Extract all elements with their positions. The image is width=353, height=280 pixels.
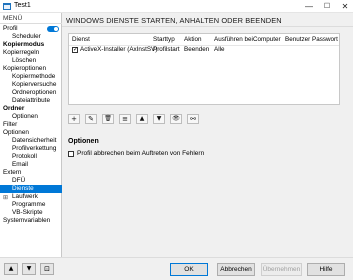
sidebar-item-systemvariablen[interactable]: Systemvariablen — [0, 217, 62, 225]
sidebar-item-label: DFÜ — [12, 177, 26, 184]
sidebar-item-email[interactable]: Email — [0, 161, 62, 169]
abort-on-error-label[interactable]: Profil abbrechen beim Auftreten von Fehl… — [77, 150, 204, 157]
sidebar-item-profilverkettung[interactable]: Profilverkettung — [0, 145, 62, 153]
sidebar-item-programme[interactable]: Programme — [0, 201, 62, 209]
column-header-benutzer[interactable]: Benutzer — [285, 36, 310, 43]
sidebar-item-kopieroptionen[interactable]: Kopieroptionen — [0, 65, 62, 73]
help-button[interactable]: Hilfe — [307, 263, 345, 276]
ok-button[interactable]: OK — [170, 263, 208, 276]
page-title: WINDOWS DIENSTE STARTEN, ANHALTEN ODER B… — [66, 16, 282, 25]
sidebar-item-profil[interactable]: Profil — [0, 25, 62, 33]
column-header-aktion[interactable]: Aktion — [184, 36, 202, 43]
sidebar-item-label: Profilverkettung — [12, 145, 57, 152]
window-title: Test1 — [14, 2, 31, 9]
sidebar-item-label: Kopieroptionen — [3, 65, 46, 72]
delete-button[interactable]: 🗑 — [102, 114, 114, 124]
sidebar-item-label: Kopierregeln — [3, 49, 40, 56]
column-header-starttyp[interactable]: Starttyp — [153, 36, 175, 43]
maximize-button[interactable]: ☐ — [318, 0, 336, 13]
sidebar-item-label: Extern — [3, 169, 22, 176]
cell-starttyp: Profilstart — [153, 46, 180, 53]
sidebar-item-label: Ordner — [3, 105, 25, 112]
sidebar-item-kopiermethode[interactable]: Kopiermethode — [0, 73, 62, 81]
sidebar-item-kopierversuche[interactable]: Kopierversuche — [0, 81, 62, 89]
sidebar-item-label: Filter — [3, 121, 18, 128]
nav-down-button[interactable]: ▼ — [22, 263, 36, 275]
sidebar-item-ordner-optionen[interactable]: Optionen — [0, 113, 62, 121]
view-button[interactable]: 👁 — [170, 114, 182, 124]
app-icon — [3, 3, 11, 10]
column-header-passwort[interactable]: Passwort — [312, 36, 338, 43]
column-header-ausfuehren-bei[interactable]: Ausführen bei — [214, 36, 253, 43]
nav-up-button[interactable]: ▲ — [4, 263, 18, 275]
sidebar-item-label: Protokoll — [12, 153, 37, 160]
sidebar-item-label: Programme — [12, 201, 46, 208]
apply-button[interactable]: Übernehmen — [261, 263, 302, 276]
edit-button[interactable]: ✎ — [85, 114, 97, 124]
sidebar-item-kopiermodus[interactable]: Kopiermodus — [0, 41, 62, 49]
cell-aktion: Beenden — [184, 46, 210, 53]
sidebar-item-label: Optionen — [3, 129, 29, 136]
sidebar-item-label: Datensicherheit — [12, 137, 57, 144]
sidebar-item-label: Email — [12, 161, 28, 168]
sidebar-item-extern[interactable]: Extern — [0, 169, 62, 177]
sidebar-item-dateiattribute[interactable]: Dateiattribute — [0, 97, 62, 105]
link-button[interactable]: ⚯ — [187, 114, 199, 124]
close-button[interactable]: ✕ — [336, 0, 353, 13]
sidebar-item-label: Optionen — [12, 113, 38, 120]
add-button[interactable]: + — [68, 114, 80, 124]
move-down-button[interactable]: ▼ — [153, 114, 165, 124]
sidebar-item-ordneroptionen[interactable]: Ordneroptionen — [0, 89, 62, 97]
sidebar-item-dfue[interactable]: DFÜ — [0, 177, 62, 185]
footer-bar: ▲ ▼ ⊡ OK Abbrechen Übernehmen Hilfe — [0, 257, 353, 280]
options-section-title: Optionen — [68, 138, 99, 145]
cancel-button[interactable]: Abbrechen — [217, 263, 255, 276]
sidebar-item-label: Scheduler — [12, 33, 41, 40]
title-bar: Test1 — ☐ ✕ — [0, 0, 353, 13]
sidebar-item-scheduler[interactable]: Scheduler — [0, 33, 62, 41]
minimize-button[interactable]: — — [300, 0, 318, 13]
cell-ausfuehren-bei: Alle — [214, 46, 225, 53]
list-button[interactable]: ≡ — [119, 114, 131, 124]
sidebar-item-optionen[interactable]: Optionen — [0, 129, 62, 137]
sidebar-item-protokoll[interactable]: Protokoll — [0, 153, 62, 161]
row-checkbox[interactable] — [72, 46, 78, 53]
column-header-dienst[interactable]: Dienst — [72, 36, 90, 43]
sidebar-item-label: VB-Skripte — [12, 209, 43, 216]
sidebar-item-label: Dienste — [12, 185, 34, 192]
sidebar-item-label: Dateiattribute — [12, 97, 51, 104]
sidebar-item-vb-skripte[interactable]: VB-Skripte — [0, 209, 62, 217]
column-header-computer[interactable]: Computer — [253, 36, 281, 43]
sidebar-item-label: Kopierversuche — [12, 81, 57, 88]
sidebar-item-dienste[interactable]: Dienste — [0, 185, 62, 193]
heading-divider — [62, 26, 353, 27]
screenshot-button[interactable]: ⊡ — [40, 263, 54, 275]
sidebar-item-ordner[interactable]: Ordner — [0, 105, 62, 113]
sidebar-item-label: Kopiermodus — [3, 41, 45, 48]
sidebar-item-filter[interactable]: Filter — [0, 121, 62, 129]
abort-on-error-checkbox[interactable] — [68, 151, 74, 157]
sidebar-item-label: Profil — [3, 25, 18, 32]
menu-header: MENÜ — [0, 15, 62, 24]
sidebar-item-kopierregeln[interactable]: Kopierregeln — [0, 49, 62, 57]
sidebar-item-label: Kopiermethode — [12, 73, 56, 80]
sidebar-item-datensicherheit[interactable]: Datensicherheit — [0, 137, 62, 145]
sidebar-menu: MENÜ Profil Scheduler Kopiermodus Kopier… — [0, 13, 62, 257]
sidebar-item-label: Laufwerk — [12, 193, 38, 200]
sidebar-item-laufwerk[interactable]: ⊞ Laufwerk — [0, 193, 62, 201]
sidebar-item-label: Ordneroptionen — [12, 89, 57, 96]
sidebar-item-label: Löschen — [12, 57, 37, 64]
sidebar-item-loeschen[interactable]: Löschen — [0, 57, 62, 65]
services-table[interactable]: Dienst Starttyp Aktion Ausführen bei Com… — [68, 33, 340, 105]
cell-dienst: ActiveX-Installer (AxInstSV) — [80, 46, 158, 53]
sidebar-item-label: Systemvariablen — [3, 217, 51, 224]
move-up-button[interactable]: ▲ — [136, 114, 148, 124]
